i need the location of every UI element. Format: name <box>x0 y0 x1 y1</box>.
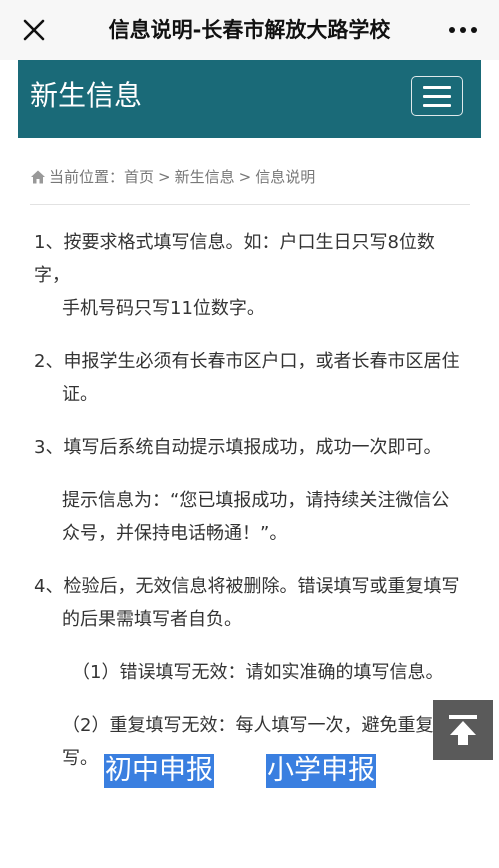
close-icon <box>23 19 45 41</box>
item-2-text: 2、申报学生必须有长春市区户口，或者长春市区居住 <box>34 351 460 372</box>
list-item: 1、按要求格式填写信息。如：户口生日只写8位数字， 手机号码只写11位数字。 <box>34 226 466 325</box>
list-item: 提示信息为：“您已填报成功，请持续关注微信公 众号，并保持电话畅通！”。 <box>34 484 466 550</box>
more-icon <box>449 27 477 33</box>
home-icon <box>31 170 45 183</box>
menu-icon <box>423 85 451 89</box>
breadcrumb: 当前位置： 首页 > 新生信息 > 信息说明 <box>30 166 470 187</box>
list-item: 4、检验后，无效信息将被删除。错误填写或重复填写 的后果需填写者自负。 <box>34 570 466 636</box>
item-4-sub-2-continuation: 写。 <box>62 748 98 769</box>
menu-icon <box>423 94 451 98</box>
menu-icon <box>423 103 451 107</box>
breadcrumb-prefix: 当前位置： <box>49 168 125 186</box>
list-item: （1）错误填写无效：请如实准确的填写信息。 <box>34 656 466 689</box>
item-4-text: 4、检验后，无效信息将被删除。错误填写或重复填写 <box>34 576 460 597</box>
item-4-continuation: 的后果需填写者自负。 <box>62 609 242 630</box>
back-to-top-icon <box>449 715 477 745</box>
breadcrumb-divider <box>30 204 470 205</box>
item-1-text: 1、按要求格式填写信息。如：户口生日只写8位数字， <box>34 232 435 286</box>
item-4-sub-1: （1）错误填写无效：请如实准确的填写信息。 <box>72 662 444 683</box>
item-2-continuation: 证。 <box>62 384 98 405</box>
breadcrumb-separator: > <box>158 167 171 186</box>
page-title: 信息说明-长春市解放大路学校 <box>108 18 391 42</box>
breadcrumb-current: 信息说明 <box>255 168 316 186</box>
wechat-top-bar: 信息说明-长春市解放大路学校 <box>0 0 499 60</box>
junior-apply-link[interactable]: 初中申报 <box>104 754 214 788</box>
list-item: 3、填写后系统自动提示填报成功，成功一次即可。 <box>34 431 466 464</box>
list-item: 2、申报学生必须有长春市区户口，或者长春市区居住 证。 <box>34 345 466 411</box>
site-header: 新生信息 <box>18 60 481 138</box>
item-3-text: 3、填写后系统自动提示填报成功，成功一次即可。 <box>34 437 442 458</box>
back-to-top-button[interactable] <box>433 700 493 760</box>
more-button[interactable] <box>445 14 481 46</box>
breadcrumb-section-link[interactable]: 新生信息 <box>175 166 235 187</box>
item-3-note: 提示信息为：“您已填报成功，请持续关注微信公 <box>62 490 450 511</box>
item-1-continuation: 手机号码只写11位数字。 <box>62 298 265 319</box>
item-4-sub-2: （2）重复填写无效：每人填写一次，避免重复填 <box>62 715 452 736</box>
breadcrumb-home-link[interactable]: 首页 <box>124 166 154 187</box>
site-title: 新生信息 <box>30 79 143 112</box>
menu-button[interactable] <box>411 76 463 116</box>
item-3-note-continuation: 众号，并保持电话畅通！”。 <box>62 523 288 544</box>
apply-links: 初中申报 小学申报 <box>104 754 376 788</box>
primary-apply-link[interactable]: 小学申报 <box>266 754 376 788</box>
breadcrumb-separator: > <box>238 167 252 186</box>
close-button[interactable] <box>18 14 50 46</box>
article-content: 1、按要求格式填写信息。如：户口生日只写8位数字， 手机号码只写11位数字。 2… <box>34 226 466 795</box>
